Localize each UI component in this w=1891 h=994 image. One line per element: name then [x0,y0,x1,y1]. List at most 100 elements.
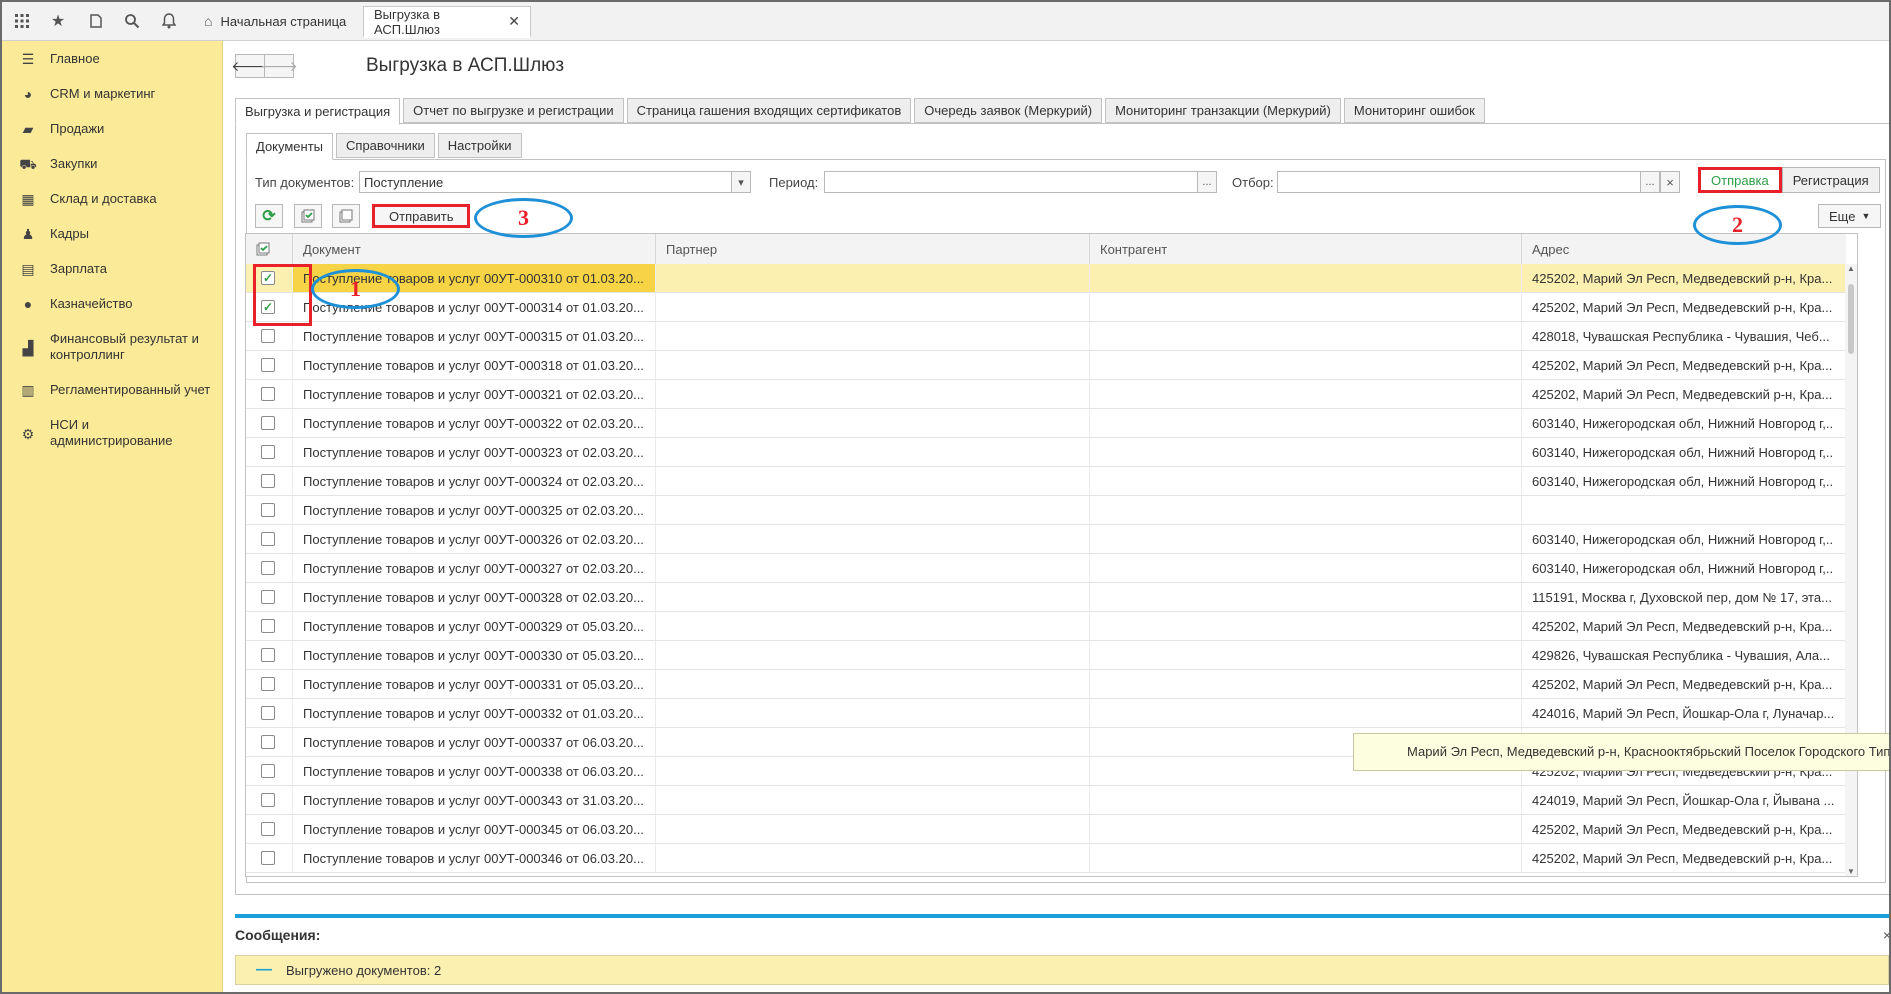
clear-icon[interactable]: × [1660,171,1680,193]
row-check-cell[interactable] [246,815,293,843]
row-check-cell[interactable] [246,525,293,553]
table-row[interactable]: ✓ Поступление товаров и услуг 00УТ-000310… [246,264,1846,293]
row-check-cell[interactable] [246,467,293,495]
row-check-cell[interactable] [246,438,293,466]
scrollbar[interactable]: ▲ ▼ [1845,264,1857,876]
row-checkbox[interactable] [261,764,275,778]
row-check-cell[interactable] [246,612,293,640]
sidebar-item-crm[interactable]: ◕ CRM и маркетинг [2,86,222,102]
check-all-icon[interactable] [294,204,322,228]
collapse-icon[interactable]: — [256,961,272,979]
sidebar-item-salary[interactable]: ▤ Зарплата [2,261,222,278]
row-checkbox[interactable] [261,677,275,691]
scroll-thumb[interactable] [1848,284,1854,354]
table-row[interactable]: Поступление товаров и услуг 00УТ-000315 … [246,322,1846,351]
row-check-cell[interactable] [246,641,293,669]
tab-settings[interactable]: Настройки [437,133,522,158]
mode-register-button[interactable]: Регистрация [1781,167,1880,193]
tab-home[interactable]: ⌂ Начальная страница [194,6,356,36]
sidebar-item-purchases[interactable]: ⛟ Закупки [2,156,222,175]
tab-queue[interactable]: Очередь заявок (Меркурий) [914,98,1103,123]
forward-button[interactable]: 🡒 [260,54,298,78]
table-row[interactable]: Поступление товаров и услуг 00УТ-000329 … [246,612,1846,641]
close-icon[interactable]: × [1883,927,1889,943]
search-icon[interactable] [118,8,146,34]
tab-certificates[interactable]: Страница гашения входящих сертификатов [626,98,912,123]
table-row[interactable]: Поступление товаров и услуг 00УТ-000345 … [246,815,1846,844]
column-address[interactable]: Адрес [1522,234,1846,264]
mode-send-button[interactable]: Отправка [1698,167,1782,193]
selection-select-button[interactable]: ... [1640,171,1660,193]
table-row[interactable]: Поступление товаров и услуг 00УТ-000318 … [246,351,1846,380]
row-check-cell[interactable] [246,844,293,872]
tab-references[interactable]: Справочники [336,133,435,158]
row-checkbox[interactable] [261,735,275,749]
tab-export[interactable]: Выгрузка в АСП.Шлюз ✕ [363,6,531,38]
scroll-down-icon[interactable]: ▼ [1847,867,1855,876]
row-checkbox[interactable] [261,387,275,401]
sidebar-item-regulated[interactable]: ▥ Регламентированный учет [2,382,222,399]
selection-input[interactable] [1277,171,1660,193]
row-check-cell[interactable] [246,380,293,408]
row-check-cell[interactable] [246,409,293,437]
table-row[interactable]: Поступление товаров и услуг 00УТ-000332 … [246,699,1846,728]
table-row[interactable]: Поступление товаров и услуг 00УТ-000343 … [246,786,1846,815]
sidebar-item-main[interactable]: ☰ Главное [2,51,222,68]
period-input[interactable] [824,171,1217,193]
table-row[interactable]: Поступление товаров и услуг 00УТ-000325 … [246,496,1846,525]
sidebar-item-admin[interactable]: ⚙ НСИ и администрирование [2,417,222,449]
row-checkbox[interactable] [261,822,275,836]
table-row[interactable]: Поступление товаров и услуг 00УТ-000328 … [246,583,1846,612]
row-check-cell[interactable] [246,322,293,350]
row-checkbox[interactable] [261,503,275,517]
table-row[interactable]: ✓ Поступление товаров и услуг 00УТ-000314… [246,293,1846,322]
row-check-cell[interactable] [246,757,293,785]
send-button[interactable]: Отправить [372,204,471,228]
row-checkbox[interactable] [261,474,275,488]
row-check-cell[interactable] [246,554,293,582]
row-checkbox[interactable] [261,416,275,430]
sidebar-item-sales[interactable]: ▰ Продажи [2,121,222,138]
column-partner[interactable]: Партнер [656,234,1090,264]
table-row[interactable]: Поступление товаров и услуг 00УТ-000327 … [246,554,1846,583]
row-checkbox[interactable] [261,358,275,372]
refresh-icon[interactable]: ⟳ [255,204,283,228]
doc-type-select[interactable]: Поступление [359,171,751,193]
tab-documents[interactable]: Документы [246,133,334,160]
sidebar-item-finance[interactable]: ▟ Финансовый результат и контроллинг [2,331,222,363]
more-button[interactable]: Еще ▼ [1818,204,1882,228]
column-document[interactable]: Документ [293,234,656,264]
tab-report[interactable]: Отчет по выгрузке и регистрации [403,98,624,123]
table-row[interactable]: Поступление товаров и услуг 00УТ-000346 … [246,844,1846,873]
table-row[interactable]: Поступление товаров и услуг 00УТ-000330 … [246,641,1846,670]
table-row[interactable]: Поступление товаров и услуг 00УТ-000321 … [246,380,1846,409]
row-checkbox[interactable] [261,851,275,865]
row-checkbox[interactable] [261,590,275,604]
row-check-cell[interactable] [246,786,293,814]
table-row[interactable]: Поступление товаров и услуг 00УТ-000326 … [246,525,1846,554]
sidebar-item-treasury[interactable]: ● Казначейство [2,296,222,312]
table-row[interactable]: Поступление товаров и услуг 00УТ-000322 … [246,409,1846,438]
table-row[interactable]: Поступление товаров и услуг 00УТ-000323 … [246,438,1846,467]
sidebar-item-warehouse[interactable]: ▦ Склад и доставка [2,191,222,208]
row-checkbox[interactable] [261,445,275,459]
table-row[interactable]: Поступление товаров и услуг 00УТ-000331 … [246,670,1846,699]
row-checkbox[interactable] [261,532,275,546]
sidebar-item-hr[interactable]: ♟ Кадры [2,226,222,243]
row-check-cell[interactable] [246,351,293,379]
tab-transactions[interactable]: Мониторинг транзакции (Меркурий) [1105,98,1341,123]
header-check-icon[interactable] [246,234,293,264]
row-checkbox[interactable] [261,561,275,575]
apps-grid-icon[interactable] [8,8,36,34]
column-contragent[interactable]: Контрагент [1090,234,1522,264]
row-check-cell[interactable] [246,699,293,727]
row-checkbox[interactable] [261,619,275,633]
tab-errors[interactable]: Мониторинг ошибок [1343,98,1485,123]
row-check-cell[interactable] [246,496,293,524]
row-check-cell[interactable] [246,583,293,611]
row-checkbox[interactable] [261,706,275,720]
row-checkbox[interactable] [261,648,275,662]
close-icon[interactable]: ✕ [508,13,520,30]
scroll-up-icon[interactable]: ▲ [1847,264,1855,273]
period-select-button[interactable]: ... [1197,171,1217,193]
